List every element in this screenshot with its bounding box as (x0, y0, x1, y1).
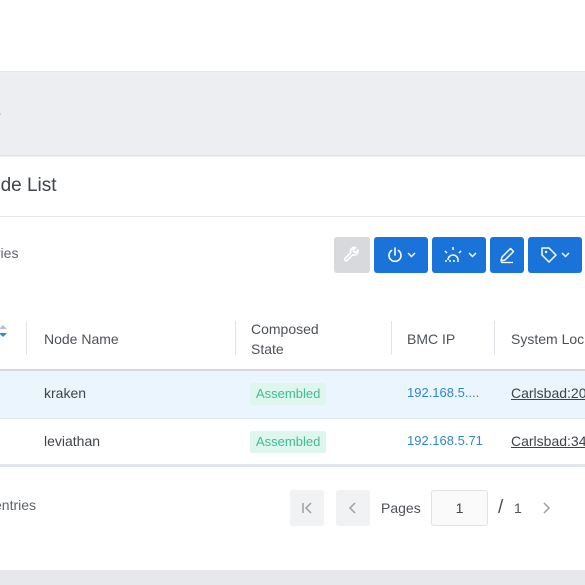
column-header-node-name[interactable]: Node Name (44, 329, 119, 349)
alert-menu-button[interactable] (432, 237, 486, 273)
column-separator (391, 321, 392, 355)
card-title: ode List (0, 175, 57, 196)
system-location-link[interactable]: Carlsbad:34 (511, 433, 585, 449)
total-pages: 1 (514, 500, 522, 516)
bmc-ip-link[interactable]: 192.168.5.71 (407, 433, 483, 448)
power-menu-button[interactable] (374, 237, 428, 273)
page-footer (0, 570, 585, 585)
chevron-down-icon (561, 252, 570, 258)
tag-menu-button[interactable] (528, 237, 582, 273)
page-separator: / (498, 497, 504, 518)
bmc-ip-link[interactable]: 192.168.5.... (407, 385, 479, 400)
column-separator (494, 321, 495, 355)
power-icon (388, 247, 402, 263)
node-list-card: ode List tries (0, 157, 585, 570)
section-header: e (0, 73, 585, 156)
tag-icon (541, 247, 557, 263)
page-number-input[interactable] (431, 490, 488, 526)
next-page-button[interactable] (529, 490, 563, 526)
column-separator (26, 321, 27, 355)
column-header-system-location[interactable]: System Loc (511, 329, 584, 349)
maintenance-button[interactable] (334, 237, 370, 273)
column-header-composed-state[interactable]: Composed State (251, 319, 341, 359)
divider (0, 216, 585, 217)
entries-selector-label: tries (0, 245, 19, 261)
wrench-icon (343, 246, 359, 262)
previous-page-button[interactable] (336, 490, 370, 526)
entries-summary: entries (0, 497, 37, 513)
pencil-icon (500, 247, 515, 264)
top-bar (0, 0, 585, 72)
status-badge: Assembled (250, 431, 327, 453)
pages-label: Pages (381, 500, 421, 516)
chevron-left-icon (348, 502, 356, 514)
status-badge: Assembled (250, 383, 327, 405)
action-toolbar (334, 237, 585, 273)
first-page-button[interactable] (290, 490, 324, 526)
chevron-down-icon (407, 252, 416, 258)
chevron-down-icon (468, 252, 477, 258)
system-location-link[interactable]: Carlsbad:20 (511, 385, 585, 401)
alarm-light-icon (444, 247, 462, 262)
table-row[interactable]: kraken Assembled 192.168.5.... Carlsbad:… (0, 371, 585, 419)
chevron-right-icon (543, 502, 551, 514)
table-header: Node Name Composed State BMC IP System L… (0, 305, 585, 371)
first-page-icon (302, 502, 312, 514)
node-name-cell: leviathan (44, 433, 101, 449)
node-name-cell: kraken (44, 385, 87, 401)
sort-icon[interactable] (0, 323, 8, 339)
edit-button[interactable] (490, 237, 524, 273)
column-separator (235, 321, 236, 355)
column-header-bmc-ip[interactable]: BMC IP (407, 329, 455, 349)
section-title: e (0, 103, 1, 126)
table-row[interactable]: leviathan Assembled 192.168.5.71 Carlsba… (0, 419, 585, 467)
